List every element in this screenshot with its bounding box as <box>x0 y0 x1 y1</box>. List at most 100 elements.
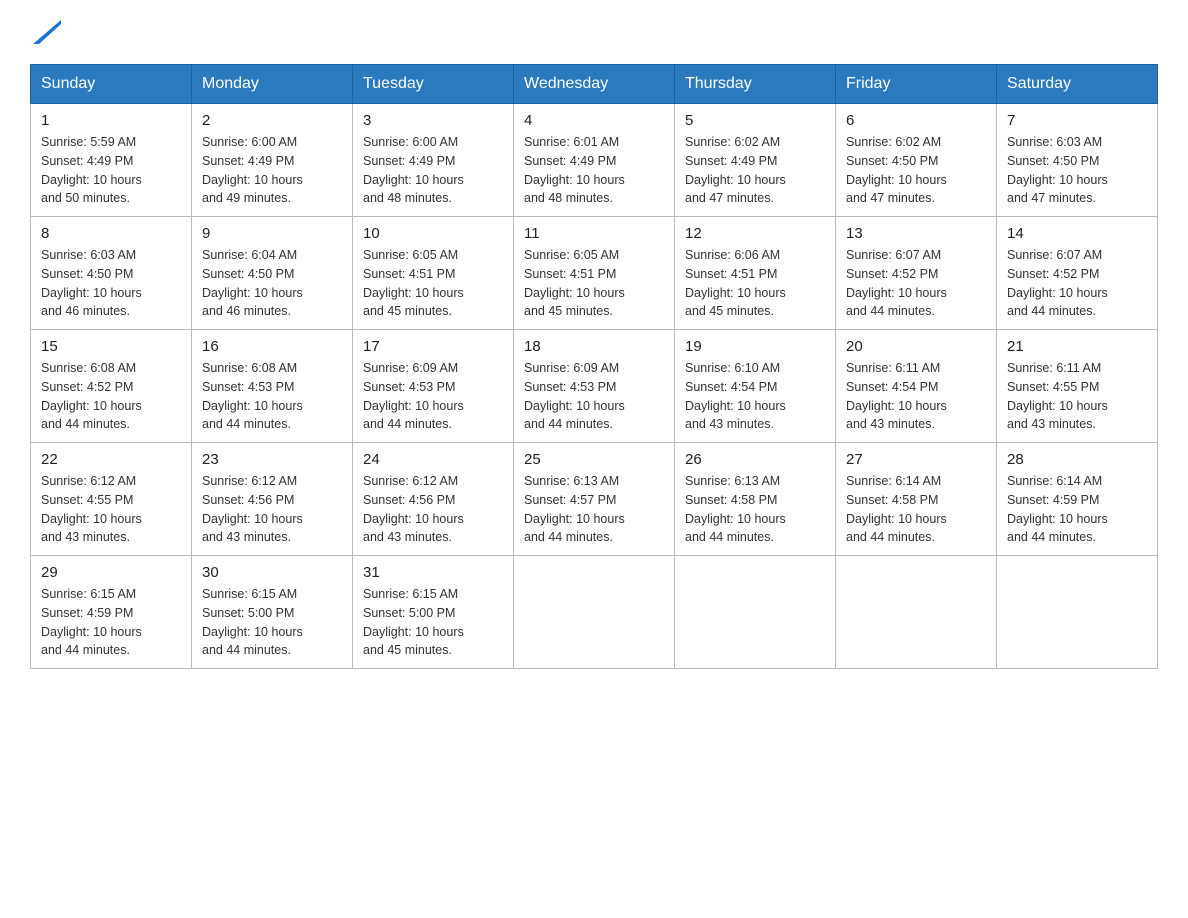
calendar-day-cell: 11 Sunrise: 6:05 AMSunset: 4:51 PMDayligh… <box>514 217 675 330</box>
day-number: 19 <box>685 338 825 355</box>
calendar-week-row: 1 Sunrise: 5:59 AMSunset: 4:49 PMDaylight… <box>31 104 1158 217</box>
calendar-week-row: 22 Sunrise: 6:12 AMSunset: 4:55 PMDayligh… <box>31 443 1158 556</box>
calendar-day-cell: 17 Sunrise: 6:09 AMSunset: 4:53 PMDayligh… <box>353 330 514 443</box>
calendar-day-cell: 22 Sunrise: 6:12 AMSunset: 4:55 PMDayligh… <box>31 443 192 556</box>
calendar-day-cell: 19 Sunrise: 6:10 AMSunset: 4:54 PMDayligh… <box>675 330 836 443</box>
day-detail: Sunrise: 6:13 AMSunset: 4:58 PMDaylight:… <box>685 472 825 547</box>
header-day-sunday: Sunday <box>31 65 192 104</box>
day-number: 21 <box>1007 338 1147 355</box>
day-number: 17 <box>363 338 503 355</box>
day-detail: Sunrise: 6:00 AMSunset: 4:49 PMDaylight:… <box>363 133 503 208</box>
day-number: 9 <box>202 225 342 242</box>
day-number: 16 <box>202 338 342 355</box>
calendar-day-cell: 14 Sunrise: 6:07 AMSunset: 4:52 PMDayligh… <box>997 217 1158 330</box>
day-detail: Sunrise: 6:06 AMSunset: 4:51 PMDaylight:… <box>685 246 825 321</box>
day-detail: Sunrise: 6:12 AMSunset: 4:55 PMDaylight:… <box>41 472 181 547</box>
day-detail: Sunrise: 6:09 AMSunset: 4:53 PMDaylight:… <box>524 359 664 434</box>
day-detail: Sunrise: 6:15 AMSunset: 5:00 PMDaylight:… <box>202 585 342 660</box>
calendar-day-cell: 4Sunrise: 6:01 AMSunset: 4:49 PMDaylight… <box>514 104 675 217</box>
day-number: 26 <box>685 451 825 468</box>
day-detail: Sunrise: 6:02 AMSunset: 4:49 PMDaylight:… <box>685 133 825 208</box>
calendar-week-row: 8Sunrise: 6:03 AMSunset: 4:50 PMDaylight… <box>31 217 1158 330</box>
day-detail: Sunrise: 6:05 AMSunset: 4:51 PMDaylight:… <box>524 246 664 321</box>
calendar-day-cell: 16 Sunrise: 6:08 AMSunset: 4:53 PMDayligh… <box>192 330 353 443</box>
calendar-day-cell: 2 Sunrise: 6:00 AMSunset: 4:49 PMDaylight… <box>192 104 353 217</box>
header-day-monday: Monday <box>192 65 353 104</box>
calendar-day-cell: 24 Sunrise: 6:12 AMSunset: 4:56 PMDayligh… <box>353 443 514 556</box>
header-day-saturday: Saturday <box>997 65 1158 104</box>
calendar-day-cell: 27 Sunrise: 6:14 AMSunset: 4:58 PMDayligh… <box>836 443 997 556</box>
day-detail: Sunrise: 6:05 AMSunset: 4:51 PMDaylight:… <box>363 246 503 321</box>
day-number: 11 <box>524 225 664 242</box>
day-number: 13 <box>846 225 986 242</box>
calendar-day-cell: 9 Sunrise: 6:04 AMSunset: 4:50 PMDaylight… <box>192 217 353 330</box>
day-detail: Sunrise: 6:11 AMSunset: 4:54 PMDaylight:… <box>846 359 986 434</box>
day-number: 5 <box>685 112 825 129</box>
day-number: 1 <box>41 112 181 129</box>
day-number: 14 <box>1007 225 1147 242</box>
header-day-tuesday: Tuesday <box>353 65 514 104</box>
day-number: 10 <box>363 225 503 242</box>
calendar-day-cell <box>836 556 997 669</box>
day-number: 25 <box>524 451 664 468</box>
day-detail: Sunrise: 6:02 AMSunset: 4:50 PMDaylight:… <box>846 133 986 208</box>
day-number: 27 <box>846 451 986 468</box>
day-number: 28 <box>1007 451 1147 468</box>
day-detail: Sunrise: 6:15 AMSunset: 4:59 PMDaylight:… <box>41 585 181 660</box>
calendar-table: SundayMondayTuesdayWednesdayThursdayFrid… <box>30 64 1158 669</box>
day-number: 24 <box>363 451 503 468</box>
day-number: 18 <box>524 338 664 355</box>
day-detail: Sunrise: 6:11 AMSunset: 4:55 PMDaylight:… <box>1007 359 1147 434</box>
logo-triangle-icon <box>33 20 61 44</box>
calendar-day-cell: 5 Sunrise: 6:02 AMSunset: 4:49 PMDaylight… <box>675 104 836 217</box>
calendar-day-cell: 1 Sunrise: 5:59 AMSunset: 4:49 PMDaylight… <box>31 104 192 217</box>
calendar-header-row: SundayMondayTuesdayWednesdayThursdayFrid… <box>31 65 1158 104</box>
calendar-day-cell: 31 Sunrise: 6:15 AMSunset: 5:00 PMDayligh… <box>353 556 514 669</box>
day-detail: Sunrise: 5:59 AMSunset: 4:49 PMDaylight:… <box>41 133 181 208</box>
day-detail: Sunrise: 6:07 AMSunset: 4:52 PMDaylight:… <box>1007 246 1147 321</box>
calendar-week-row: 29Sunrise: 6:15 AMSunset: 4:59 PMDayligh… <box>31 556 1158 669</box>
calendar-day-cell <box>997 556 1158 669</box>
calendar-day-cell: 13Sunrise: 6:07 AMSunset: 4:52 PMDayligh… <box>836 217 997 330</box>
calendar-day-cell: 8Sunrise: 6:03 AMSunset: 4:50 PMDaylight… <box>31 217 192 330</box>
header-day-friday: Friday <box>836 65 997 104</box>
calendar-day-cell: 12 Sunrise: 6:06 AMSunset: 4:51 PMDayligh… <box>675 217 836 330</box>
calendar-day-cell: 25 Sunrise: 6:13 AMSunset: 4:57 PMDayligh… <box>514 443 675 556</box>
calendar-day-cell <box>675 556 836 669</box>
day-detail: Sunrise: 6:00 AMSunset: 4:49 PMDaylight:… <box>202 133 342 208</box>
day-detail: Sunrise: 6:08 AMSunset: 4:53 PMDaylight:… <box>202 359 342 434</box>
day-detail: Sunrise: 6:10 AMSunset: 4:54 PMDaylight:… <box>685 359 825 434</box>
day-number: 8 <box>41 225 181 242</box>
calendar-week-row: 15Sunrise: 6:08 AMSunset: 4:52 PMDayligh… <box>31 330 1158 443</box>
calendar-day-cell: 30 Sunrise: 6:15 AMSunset: 5:00 PMDayligh… <box>192 556 353 669</box>
day-number: 31 <box>363 564 503 581</box>
day-detail: Sunrise: 6:01 AMSunset: 4:49 PMDaylight:… <box>524 133 664 208</box>
day-number: 15 <box>41 338 181 355</box>
day-number: 23 <box>202 451 342 468</box>
day-detail: Sunrise: 6:09 AMSunset: 4:53 PMDaylight:… <box>363 359 503 434</box>
calendar-day-cell: 23 Sunrise: 6:12 AMSunset: 4:56 PMDayligh… <box>192 443 353 556</box>
day-number: 2 <box>202 112 342 129</box>
day-detail: Sunrise: 6:14 AMSunset: 4:58 PMDaylight:… <box>846 472 986 547</box>
day-detail: Sunrise: 6:12 AMSunset: 4:56 PMDaylight:… <box>363 472 503 547</box>
day-number: 6 <box>846 112 986 129</box>
day-number: 30 <box>202 564 342 581</box>
header-day-thursday: Thursday <box>675 65 836 104</box>
day-detail: Sunrise: 6:04 AMSunset: 4:50 PMDaylight:… <box>202 246 342 321</box>
calendar-day-cell <box>514 556 675 669</box>
day-detail: Sunrise: 6:15 AMSunset: 5:00 PMDaylight:… <box>363 585 503 660</box>
calendar-day-cell: 29Sunrise: 6:15 AMSunset: 4:59 PMDayligh… <box>31 556 192 669</box>
calendar-day-cell: 3 Sunrise: 6:00 AMSunset: 4:49 PMDaylight… <box>353 104 514 217</box>
day-detail: Sunrise: 6:13 AMSunset: 4:57 PMDaylight:… <box>524 472 664 547</box>
day-detail: Sunrise: 6:03 AMSunset: 4:50 PMDaylight:… <box>1007 133 1147 208</box>
calendar-day-cell: 10 Sunrise: 6:05 AMSunset: 4:51 PMDayligh… <box>353 217 514 330</box>
page-header <box>30 20 1158 44</box>
day-number: 12 <box>685 225 825 242</box>
calendar-day-cell: 15Sunrise: 6:08 AMSunset: 4:52 PMDayligh… <box>31 330 192 443</box>
day-detail: Sunrise: 6:12 AMSunset: 4:56 PMDaylight:… <box>202 472 342 547</box>
header-day-wednesday: Wednesday <box>514 65 675 104</box>
calendar-day-cell: 26 Sunrise: 6:13 AMSunset: 4:58 PMDayligh… <box>675 443 836 556</box>
logo <box>30 20 61 44</box>
day-number: 3 <box>363 112 503 129</box>
day-number: 22 <box>41 451 181 468</box>
